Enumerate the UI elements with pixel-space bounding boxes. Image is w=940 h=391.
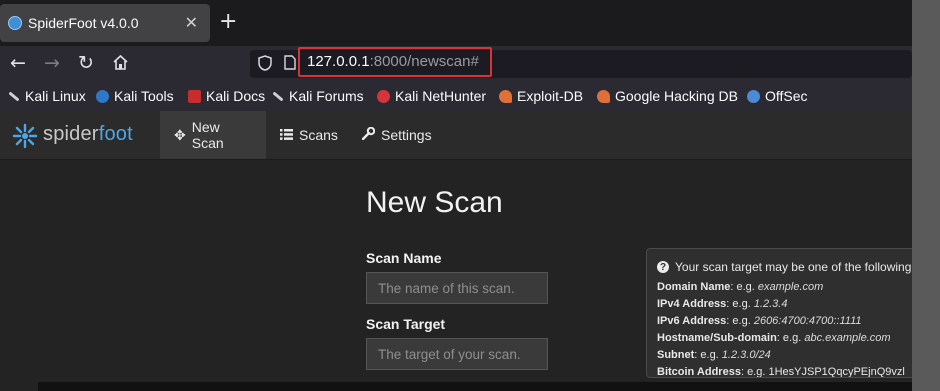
kali-forums-icon (272, 90, 284, 102)
nav-new-scan-label: New Scan (191, 119, 224, 151)
page-title: New Scan (366, 186, 503, 219)
bookmark-label: OffSec (765, 88, 808, 104)
bookmark-label: Exploit-DB (517, 88, 584, 104)
bookmark-offsec[interactable]: OffSec (747, 88, 808, 104)
spiderfoot-logo-text[interactable]: spiderfoot (43, 123, 133, 146)
reload-icon[interactable]: ↻ (78, 53, 94, 73)
help-intro: ? Your scan target may be one of the fol… (657, 260, 912, 274)
url-text[interactable]: 127.0.0.1:8000/newscan# (307, 53, 479, 70)
forward-arrow-icon[interactable]: → (44, 53, 60, 73)
offsec-icon (747, 89, 760, 103)
nav-scans[interactable]: Scans (266, 111, 348, 159)
bookmark-kali-nethunter[interactable]: Kali NetHunter (377, 88, 486, 104)
crosshair-icon: ✥ (174, 126, 186, 143)
scan-name-input[interactable] (366, 272, 548, 304)
bookmark-kali-forums[interactable]: Kali Forums (272, 88, 364, 104)
bookmark-kali-docs[interactable]: Kali Docs (188, 88, 265, 104)
bottom-edge (38, 382, 912, 391)
tab-title: SpiderFoot v4.0.0 (28, 15, 139, 31)
window-edge (912, 0, 940, 391)
page-info-icon[interactable] (284, 55, 296, 74)
kali-tools-icon (96, 89, 109, 103)
url-path: :8000/newscan# (369, 53, 479, 70)
exploit-db-icon (499, 89, 512, 103)
scan-target-input[interactable] (366, 338, 548, 370)
list-icon (280, 127, 293, 143)
bookmark-label: Google Hacking DB (615, 88, 738, 104)
bookmark-google-hacking-db[interactable]: Google Hacking DB (597, 88, 738, 104)
nav-settings-label: Settings (381, 127, 432, 143)
url-host: 127.0.0.1 (307, 53, 370, 70)
ghdb-icon (597, 89, 610, 103)
spiderfoot-favicon-icon (8, 16, 22, 30)
kali-docs-icon (188, 89, 201, 103)
wrench-icon (361, 126, 376, 143)
bookmark-label: Kali Linux (25, 88, 86, 104)
bookmark-label: Kali Tools (114, 88, 174, 104)
help-row-bitcoin: Bitcoin Address: e.g. 1HesYJSP1QqcyPEjnQ… (657, 366, 905, 378)
logo-foot: foot (98, 123, 133, 145)
help-row-ipv4: IPv4 Address: e.g. 1.2.3.4 (657, 298, 788, 310)
help-row-subnet: Subnet: e.g. 1.2.3.0/24 (657, 349, 771, 361)
nav-settings[interactable]: Settings (348, 111, 442, 159)
nav-scans-label: Scans (299, 127, 338, 143)
help-row-domain: Domain Name: e.g. example.com (657, 281, 824, 293)
bookmark-label: Kali Docs (206, 88, 266, 104)
shield-icon[interactable] (258, 55, 272, 75)
home-icon[interactable] (112, 54, 129, 75)
bookmark-label: Kali NetHunter (395, 88, 487, 104)
logo-spider: spider (43, 123, 99, 145)
question-circle-icon: ? (657, 261, 669, 273)
help-row-hostname: Hostname/Sub-domain: e.g. abc.example.co… (657, 332, 891, 344)
plus-icon[interactable]: + (219, 10, 237, 34)
scan-name-label: Scan Name (366, 250, 442, 266)
help-intro-text: Your scan target may be one of the follo… (675, 260, 912, 274)
help-row-ipv6: IPv6 Address: e.g. 2606:4700:4700::1111 (657, 315, 862, 327)
app-navbar (0, 111, 912, 160)
nav-new-scan[interactable]: ✥ New Scan (160, 111, 266, 159)
scan-target-label: Scan Target (366, 316, 446, 332)
spiderfoot-logo-icon[interactable] (11, 122, 39, 150)
bookmark-exploit-db[interactable]: Exploit-DB (499, 88, 583, 104)
bookmark-kali-linux[interactable]: Kali Linux (8, 88, 86, 104)
kali-nethunter-icon (377, 89, 390, 103)
kali-dragon-icon (8, 90, 20, 102)
bookmark-label: Kali Forums (289, 88, 364, 104)
bookmark-kali-tools[interactable]: Kali Tools (96, 88, 174, 104)
scan-target-help-panel: ? Your scan target may be one of the fol… (646, 248, 912, 378)
browser-tab[interactable]: SpiderFoot v4.0.0 ✕ (0, 4, 210, 42)
close-icon[interactable]: ✕ (185, 13, 198, 32)
back-arrow-icon[interactable]: ← (10, 53, 26, 73)
